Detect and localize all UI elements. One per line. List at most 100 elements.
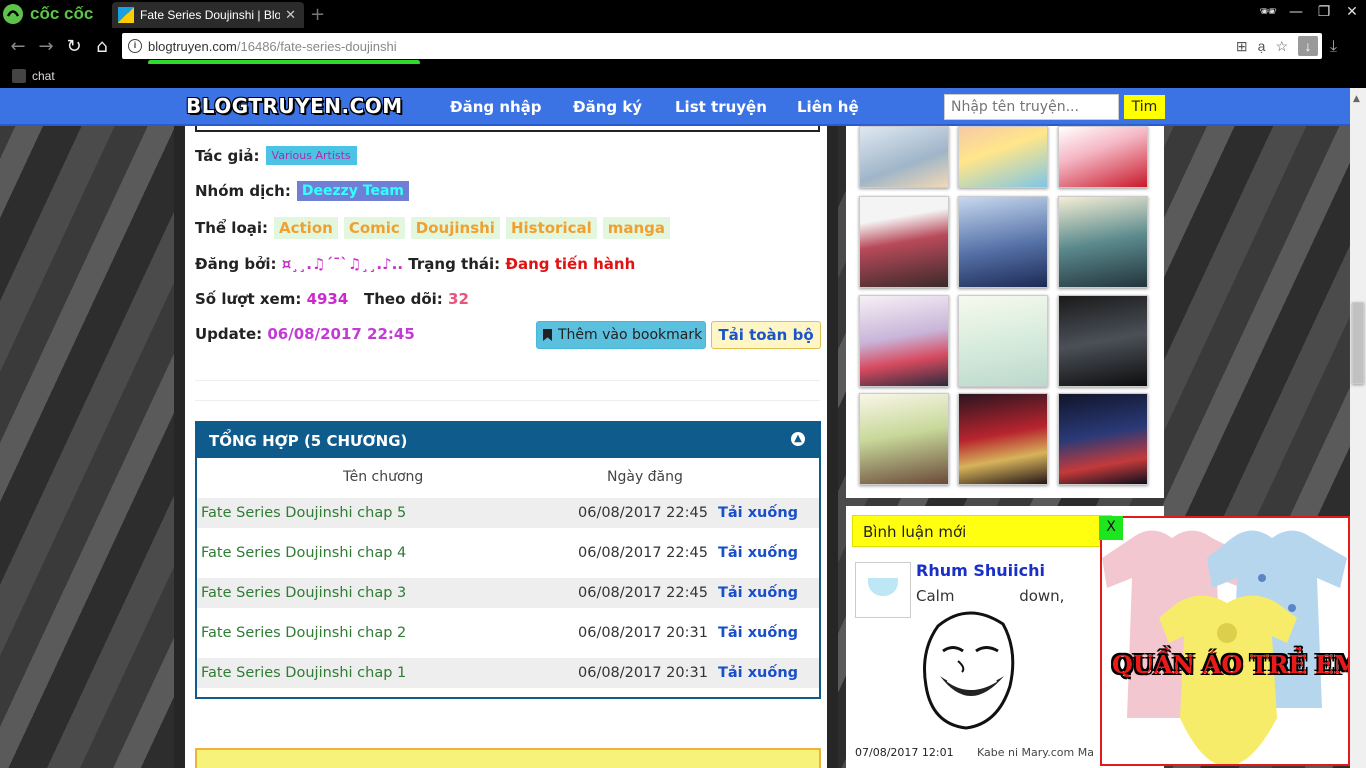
- ad-headline: QUẦN ÁO TRẺ EM: [1112, 650, 1350, 679]
- nav-contact[interactable]: Liên hệ: [797, 98, 859, 116]
- chapter-link[interactable]: Fate Series Doujinshi chap 3: [201, 585, 406, 601]
- chapter-link[interactable]: Fate Series Doujinshi chap 1: [201, 665, 406, 681]
- ad-close-button[interactable]: X: [1099, 516, 1123, 540]
- genre-chip-historical[interactable]: Historical: [505, 217, 597, 239]
- manga-cover-thumbnail[interactable]: [958, 126, 1048, 188]
- chapter-download-link[interactable]: Tải xuống: [718, 585, 798, 601]
- new-tab-icon[interactable]: +: [310, 4, 325, 25]
- manga-cover-thumbnail[interactable]: [958, 295, 1048, 387]
- url-path: /16486/fate-series-doujinshi: [236, 38, 397, 54]
- chapter-date: 06/08/2017 20:31: [578, 625, 708, 641]
- site-logo[interactable]: BLOGTRUYEN.COM: [186, 94, 403, 118]
- genre-row: Thể loại: Action Comic Doujinshi Histori…: [195, 217, 671, 239]
- chapter-column-headers: Tên chương Ngày đăng: [197, 458, 819, 498]
- nav-list[interactable]: List truyện: [675, 98, 767, 116]
- vietnamese-input-icon[interactable]: ạ: [1258, 38, 1266, 54]
- advertisement[interactable]: QUẦN ÁO TRẺ EM: [1100, 516, 1350, 766]
- chapter-download-link[interactable]: Tải xuống: [718, 505, 798, 521]
- follow-label: Theo dõi:: [363, 290, 443, 308]
- download-all-button[interactable]: Tải toàn bộ: [711, 321, 821, 349]
- views-value: 4934: [306, 290, 349, 308]
- scrollbar-thumb[interactable]: [1352, 302, 1364, 384]
- posted-by-link[interactable]: ¤¸¸.♫´¯`♫¸¸.♪..: [282, 255, 403, 273]
- team-chip[interactable]: Deezzy Team: [296, 181, 409, 201]
- manga-cover-thumbnail[interactable]: [859, 196, 949, 288]
- chapter-link[interactable]: Fate Series Doujinshi chap 2: [201, 625, 406, 641]
- divider: [195, 400, 820, 401]
- chapter-download-link[interactable]: Tải xuống: [718, 545, 798, 561]
- translate-icon[interactable]: ⊞: [1236, 38, 1248, 55]
- minimize-icon[interactable]: —: [1282, 4, 1310, 20]
- bookmark-button[interactable]: Thêm vào bookmark: [536, 321, 706, 349]
- genre-chip-comic[interactable]: Comic: [343, 217, 405, 239]
- browser-tab[interactable]: Fate Series Doujinshi | Blog ✕: [112, 2, 304, 28]
- team-label: Nhóm dịch:: [195, 182, 291, 200]
- divider: [195, 380, 820, 381]
- chapter-row: Fate Series Doujinshi chap 5 06/08/2017 …: [197, 498, 819, 528]
- nav-register[interactable]: Đăng ký: [573, 98, 642, 116]
- chapter-download-link[interactable]: Tải xuống: [718, 625, 798, 641]
- comment-username[interactable]: Rhum Shuiichi: [916, 561, 1045, 580]
- incognito-icon[interactable]: 🕶: [1254, 4, 1282, 20]
- site-info-icon[interactable]: i: [128, 39, 142, 53]
- meme-face-image: [918, 606, 1022, 736]
- description-box-bottom: [195, 126, 820, 132]
- site-header: BLOGTRUYEN.COM Đăng nhập Đăng ký List tr…: [0, 88, 1350, 126]
- back-icon[interactable]: ←: [4, 36, 32, 57]
- chapter-list-title: TỔNG HỢP (5 CHƯƠNG): [209, 432, 408, 450]
- avatar-image: [868, 578, 898, 596]
- address-bar[interactable]: i blogtruyen.com/16486/fate-series-douji…: [122, 33, 1322, 59]
- manga-cover-thumbnail[interactable]: [1058, 126, 1148, 188]
- download-video-icon[interactable]: ↓: [1298, 36, 1318, 56]
- views-label: Số lượt xem:: [195, 290, 302, 308]
- manga-cover-thumbnail[interactable]: [958, 196, 1048, 288]
- site-favicon-icon: [118, 7, 134, 23]
- author-chip[interactable]: Various Artists: [265, 146, 357, 165]
- update-value: 06/08/2017 22:45: [267, 325, 415, 343]
- browser-brand-label: cốc cốc: [30, 4, 94, 23]
- manga-cover-thumbnail[interactable]: [1058, 196, 1148, 288]
- manga-cover-thumbnail[interactable]: [859, 126, 949, 188]
- manga-cover-thumbnail[interactable]: [1058, 295, 1148, 387]
- follow-value: 32: [448, 290, 469, 308]
- baby-clothes-image: [1102, 530, 1347, 764]
- recent-comments-header: Bình luận mới: [852, 515, 1112, 547]
- share-box: [195, 748, 821, 768]
- author-label: Tác giả:: [195, 146, 260, 165]
- stats-row: Số lượt xem: 4934 Theo dõi: 32: [195, 290, 469, 308]
- avatar[interactable]: [855, 562, 911, 618]
- search-button[interactable]: Tim: [1124, 95, 1165, 119]
- address-bar-icons: ⊞ ạ ☆ ↓: [1236, 36, 1318, 56]
- status-value: Đang tiến hành: [505, 255, 636, 273]
- browser-brand[interactable]: cốc cốc: [2, 2, 93, 26]
- star-icon[interactable]: ☆: [1275, 38, 1288, 55]
- bookmark-chat[interactable]: chat: [32, 69, 55, 83]
- collapse-icon[interactable]: ▲: [791, 432, 805, 446]
- genre-chip-manga[interactable]: manga: [602, 217, 671, 239]
- restore-icon[interactable]: ❐: [1310, 4, 1338, 20]
- chapter-row: Fate Series Doujinshi chap 2 06/08/2017 …: [197, 618, 819, 648]
- close-window-icon[interactable]: ✕: [1338, 4, 1366, 20]
- comment-manga-link[interactable]: Kabe ni Mary.com Ma: [977, 746, 1094, 759]
- manga-cover-thumbnail[interactable]: [859, 295, 949, 387]
- nav-login[interactable]: Đăng nhập: [450, 98, 542, 116]
- manga-cover-thumbnail[interactable]: [958, 393, 1048, 485]
- manga-cover-thumbnail[interactable]: [1058, 393, 1148, 485]
- page-scrollbar[interactable]: ▲: [1350, 88, 1366, 768]
- manga-cover-thumbnail[interactable]: [859, 393, 949, 485]
- bookmark-button-label: Thêm vào bookmark: [558, 327, 703, 343]
- search-input[interactable]: [944, 94, 1119, 120]
- scroll-up-icon[interactable]: ▲: [1353, 94, 1360, 104]
- downloads-icon[interactable]: ⤓: [1330, 36, 1337, 56]
- chapter-list-header: TỔNG HỢP (5 CHƯƠNG) ▲: [197, 423, 819, 458]
- forward-icon[interactable]: →: [32, 36, 60, 57]
- genre-chip-action[interactable]: Action: [274, 217, 338, 239]
- chapter-download-link[interactable]: Tải xuống: [718, 665, 798, 681]
- tab-close-icon[interactable]: ✕: [285, 7, 296, 23]
- chapter-link[interactable]: Fate Series Doujinshi chap 5: [201, 505, 406, 521]
- home-icon[interactable]: ⌂: [88, 36, 116, 57]
- col-chapter-name: Tên chương: [343, 469, 424, 485]
- genre-chip-doujinshi[interactable]: Doujinshi: [410, 217, 500, 239]
- chapter-link[interactable]: Fate Series Doujinshi chap 4: [201, 545, 406, 561]
- reload-icon[interactable]: ↻: [60, 36, 88, 57]
